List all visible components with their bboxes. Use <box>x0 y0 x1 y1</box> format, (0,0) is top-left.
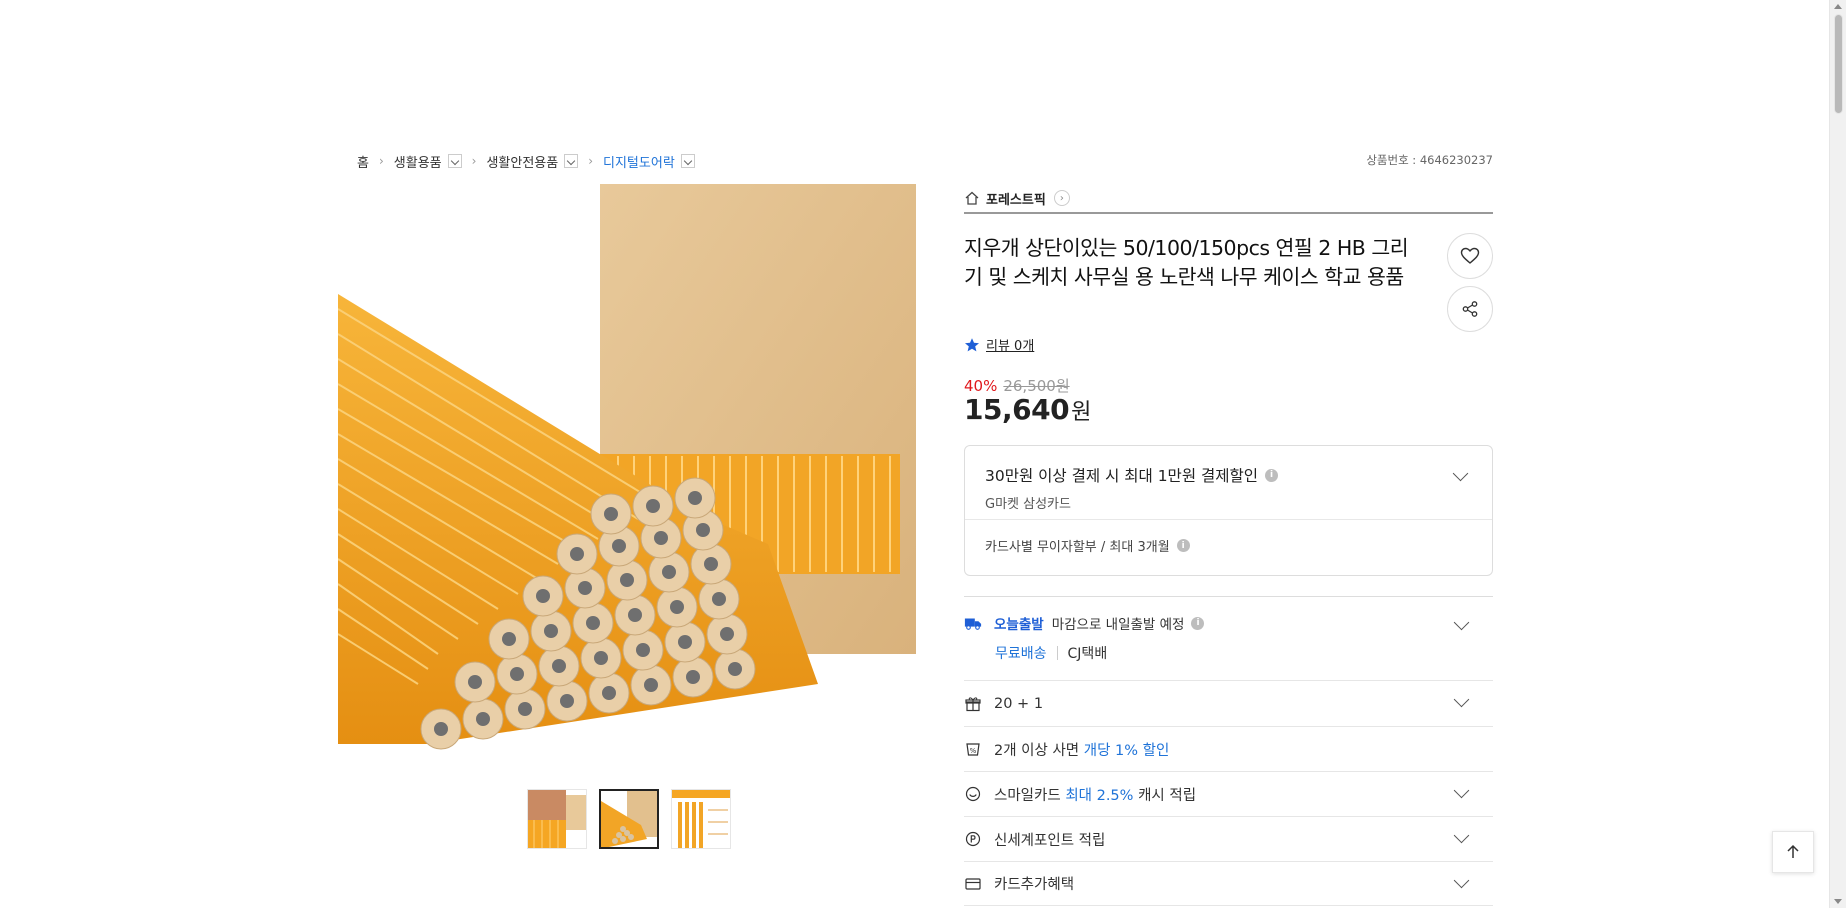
thumbnail-1[interactable] <box>527 789 587 849</box>
heart-icon <box>1460 247 1480 264</box>
chevron-down-icon[interactable] <box>1453 827 1470 844</box>
today-ship-label: 오늘출발 <box>994 617 1044 633</box>
chevron-down-icon[interactable] <box>447 154 462 168</box>
seller-name[interactable]: 포레스트픽 <box>986 189 1046 208</box>
card-discount-headline: 30만원 이상 결제 시 최대 1만원 결제할인 <box>985 467 1259 485</box>
bundle-text: 20 + 1 <box>994 695 1044 712</box>
ship-message: 마감으로 내일출발 예정 <box>1051 617 1185 633</box>
chevron-down-icon[interactable] <box>564 154 579 168</box>
seller-bar: 포레스트픽 › <box>964 184 1493 214</box>
info-icon[interactable]: i <box>1176 539 1190 552</box>
chevron-down-icon[interactable] <box>1453 691 1470 708</box>
breadcrumb-label[interactable]: 홈 <box>357 152 369 171</box>
breadcrumb: 홈 › 생활용품 › 생활안전용품 › 디지털도어락 <box>357 151 695 171</box>
breadcrumb-label[interactable]: 생활안전용품 <box>486 152 558 171</box>
chevron-right-icon: › <box>378 154 384 168</box>
breadcrumb-label[interactable]: 디지털도어락 <box>603 152 675 171</box>
truck-icon <box>964 614 982 632</box>
share-button[interactable] <box>1447 286 1493 332</box>
info-icon[interactable]: i <box>1265 468 1279 482</box>
chevron-right-icon: › <box>588 154 594 168</box>
point-icon <box>964 830 982 848</box>
home-icon <box>965 191 979 205</box>
smile-prefix: 스마일카드 <box>994 787 1061 804</box>
price-value: 15,640 <box>964 393 1070 426</box>
divider <box>1056 646 1058 660</box>
scroll-top-button[interactable] <box>1772 831 1814 873</box>
installment-text: 카드사별 무이자할부 / 최대 3개월 <box>985 540 1170 555</box>
price-unit: 원 <box>1071 400 1092 425</box>
breadcrumb-label[interactable]: 생활용품 <box>394 152 442 171</box>
card-icon <box>964 875 982 893</box>
multi-buy-row: % 2개 이상 사면 개당 1% 할인 <box>964 726 1493 771</box>
chevron-right-icon: › <box>471 154 477 168</box>
page-scrollbar[interactable] <box>1829 0 1846 908</box>
scroll-up-arrow-icon[interactable] <box>1834 4 1842 9</box>
star-icon <box>965 337 979 351</box>
breadcrumb-home[interactable]: 홈 <box>357 152 369 171</box>
installment-row: 카드사별 무이자할부 / 최대 3개월 i <box>965 520 1492 571</box>
card-extra-row[interactable]: 카드추가혜택 <box>964 861 1493 906</box>
sale-price: 15,640 원 <box>964 393 1091 426</box>
scroll-down-arrow-icon[interactable] <box>1834 899 1842 904</box>
card-discount-sub: G마켓 삼성카드 <box>985 497 1071 512</box>
breadcrumb-doorlock[interactable]: › 디지털도어락 <box>578 152 695 171</box>
free-shipping-label: 무료배송 <box>995 646 1047 662</box>
bundle-row[interactable]: 20 + 1 <box>964 680 1493 726</box>
gift-icon <box>964 695 982 713</box>
product-number: 상품번호 : 4646230237 <box>1366 153 1493 167</box>
smile-icon <box>964 785 982 803</box>
review-link[interactable]: 리뷰 0개 <box>964 335 1034 354</box>
chevron-down-icon[interactable] <box>680 154 695 168</box>
chevron-right-icon[interactable]: › <box>1053 190 1070 206</box>
card-discount-box[interactable]: 30만원 이상 결제 시 최대 1만원 결제할인 i G마켓 삼성카드 카드사별… <box>964 445 1493 576</box>
product-title: 지우개 상단이있는 50/100/150pcs 연필 2 HB 그리기 및 스케… <box>964 236 1409 289</box>
breadcrumb-living[interactable]: › 생활용품 <box>369 152 462 171</box>
breadcrumb-safety[interactable]: › 생활안전용품 <box>462 152 579 171</box>
thumbnail-2-selected[interactable] <box>599 789 659 849</box>
discount-icon: % <box>964 740 982 758</box>
wishlist-button[interactable] <box>1447 233 1493 279</box>
shipping-row[interactable]: 오늘출발 마감으로 내일출발 예정 i 무료배송 CJ택배 <box>964 596 1493 680</box>
svg-text:%: % <box>970 747 977 755</box>
product-main-image[interactable] <box>338 184 916 762</box>
smile-card-row[interactable]: 스마일카드 최대 2.5% 캐시 적립 <box>964 771 1493 816</box>
card-extra-text: 카드추가혜택 <box>994 877 1075 893</box>
ssg-point-row[interactable]: 신세계포인트 적립 <box>964 816 1493 861</box>
share-icon <box>1462 301 1478 317</box>
scrollbar-thumb[interactable] <box>1834 14 1843 114</box>
multi-buy-prefix: 2개 이상 사면 <box>994 742 1080 759</box>
thumbnail-3[interactable] <box>671 789 731 849</box>
smile-suffix: 캐시 적립 <box>1138 787 1197 804</box>
card-discount-header[interactable]: 30만원 이상 결제 시 최대 1만원 결제할인 i G마켓 삼성카드 <box>965 446 1492 520</box>
carrier-name: CJ택배 <box>1067 646 1108 662</box>
chevron-down-icon[interactable] <box>1453 872 1470 889</box>
smile-highlight: 최대 2.5% <box>1065 787 1134 804</box>
chevron-down-icon[interactable] <box>1453 614 1470 631</box>
info-icon[interactable]: i <box>1191 616 1205 630</box>
arrow-up-icon <box>1787 844 1799 858</box>
chevron-down-icon[interactable] <box>1453 782 1470 799</box>
ssg-point-text: 신세계포인트 적립 <box>994 832 1106 849</box>
thumbnail-strip <box>527 789 731 849</box>
multi-buy-highlight: 개당 1% 할인 <box>1083 742 1170 759</box>
review-count[interactable]: 리뷰 0개 <box>986 335 1034 354</box>
